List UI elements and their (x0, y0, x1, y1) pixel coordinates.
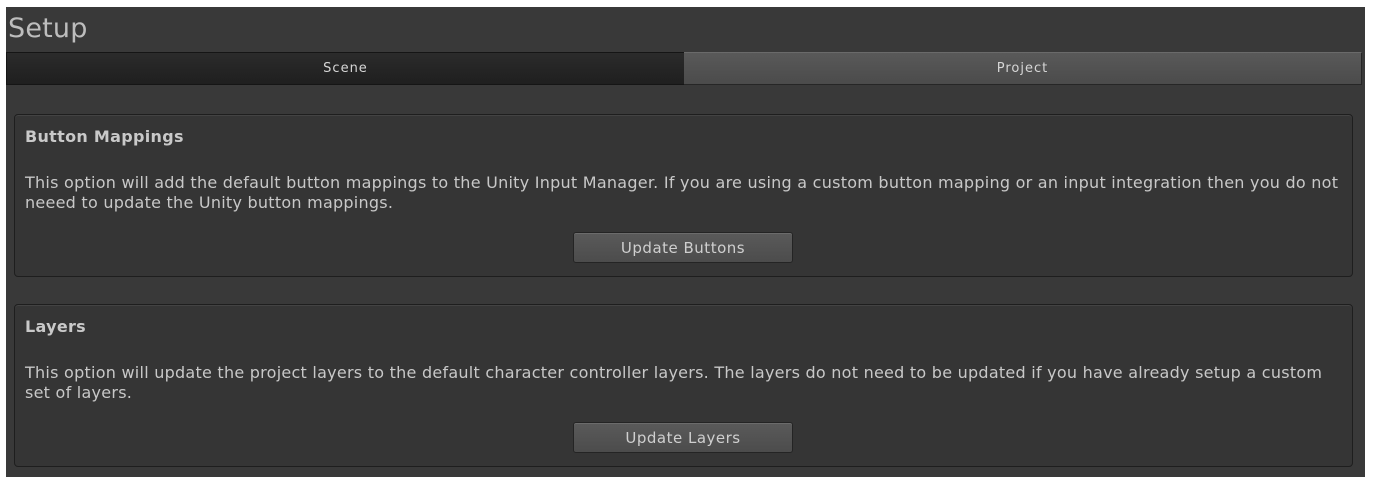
button-mappings-panel: Button Mappings This option will add the… (14, 114, 1353, 277)
update-buttons-button[interactable]: Update Buttons (573, 232, 793, 263)
button-mappings-title: Button Mappings (25, 127, 184, 146)
layers-description: This option will update the project laye… (25, 363, 1323, 402)
layers-panel: Layers This option will update the proje… (14, 304, 1353, 467)
window-title: Setup (8, 13, 88, 44)
button-mappings-description: This option will add the default button … (25, 173, 1339, 212)
tab-project[interactable]: Project (684, 52, 1362, 85)
layers-title: Layers (25, 317, 86, 336)
setup-window: Setup Scene Project Button Mappings This… (6, 7, 1365, 477)
tab-scene[interactable]: Scene (6, 52, 684, 85)
tab-bar: Scene Project (6, 52, 1362, 85)
update-layers-button[interactable]: Update Layers (573, 422, 793, 453)
